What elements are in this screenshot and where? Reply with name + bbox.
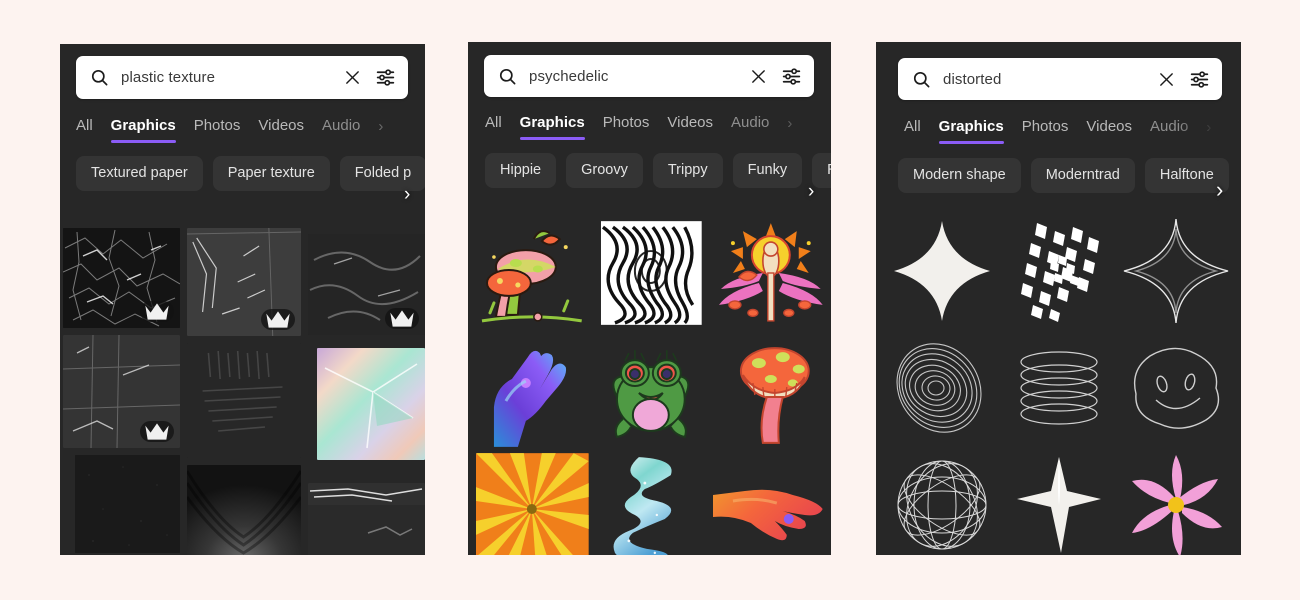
result-card[interactable] [886, 449, 998, 555]
result-card[interactable] [187, 228, 301, 336]
close-icon[interactable] [1158, 71, 1175, 88]
search-panel-psychedelic: psychedelic All Graphics Photos Videos A… [468, 42, 831, 555]
result-card[interactable] [75, 455, 180, 553]
tab-graphics[interactable]: Graphics [519, 114, 585, 140]
premium-crown-icon [385, 308, 419, 329]
search-bar[interactable]: plastic texture [76, 56, 408, 99]
result-card[interactable] [1003, 215, 1115, 327]
result-card[interactable] [1120, 215, 1232, 327]
results-grid [476, 217, 827, 555]
category-tabs: All Graphics Photos Videos Audio › [76, 117, 383, 143]
result-card[interactable] [476, 217, 589, 329]
result-card[interactable] [476, 335, 589, 447]
chip-1[interactable]: Paper texture [212, 156, 330, 191]
result-card[interactable] [1003, 449, 1115, 555]
result-card[interactable] [1003, 332, 1115, 444]
result-card[interactable] [713, 217, 827, 329]
chip-0[interactable]: Textured paper [76, 156, 203, 191]
result-card[interactable] [308, 234, 425, 335]
tab-photos[interactable]: Photos [603, 114, 650, 140]
tab-graphics[interactable]: Graphics [110, 117, 176, 143]
result-card[interactable] [713, 335, 827, 447]
suggestion-chips: Hippie Groovy Trippy Funky Ret [485, 153, 831, 188]
tab-videos[interactable]: Videos [1086, 118, 1132, 144]
search-icon [90, 68, 109, 87]
chip-2[interactable]: Trippy [652, 153, 723, 188]
close-icon[interactable] [344, 69, 361, 86]
premium-crown-icon [261, 309, 295, 330]
sliders-icon[interactable] [781, 66, 802, 87]
chevron-right-icon[interactable]: › [378, 117, 383, 134]
result-card[interactable] [308, 483, 425, 555]
sliders-icon[interactable] [375, 67, 396, 88]
result-card[interactable] [63, 228, 180, 328]
result-card[interactable] [187, 465, 301, 555]
chip-1[interactable]: Moderntrad [1030, 158, 1135, 193]
chips-next-chevron-right-icon[interactable]: › [808, 182, 814, 201]
tab-videos[interactable]: Videos [667, 114, 713, 140]
search-panel-distorted: distorted All Graphics Photos Videos Aud… [876, 42, 1241, 555]
results-grid [63, 228, 425, 555]
result-card[interactable] [317, 348, 425, 460]
tab-all[interactable]: All [485, 114, 502, 140]
category-tabs: All Graphics Photos Videos Audio › [485, 114, 792, 140]
chip-3[interactable]: Funky [732, 153, 803, 188]
premium-crown-icon [140, 301, 174, 322]
search-input-value[interactable]: distorted [943, 71, 1158, 88]
tab-all[interactable]: All [76, 117, 93, 143]
chip-4[interactable]: Ret [812, 153, 831, 188]
result-card[interactable] [594, 217, 708, 329]
category-tabs: All Graphics Photos Videos Audio › [904, 118, 1211, 144]
search-panel-plastic-texture: plastic texture All Graphics Photos Vide… [60, 44, 425, 555]
sliders-icon[interactable] [1189, 69, 1210, 90]
result-card[interactable] [594, 335, 708, 447]
search-icon [912, 70, 931, 89]
result-card[interactable] [476, 453, 589, 555]
chevron-right-icon[interactable]: › [787, 114, 792, 131]
tab-photos[interactable]: Photos [194, 117, 241, 143]
result-card[interactable] [1120, 332, 1232, 444]
tab-audio[interactable]: Audio [731, 114, 769, 140]
premium-crown-icon [140, 421, 174, 442]
tab-all[interactable]: All [904, 118, 921, 144]
chevron-right-icon[interactable]: › [1206, 118, 1211, 135]
tab-graphics[interactable]: Graphics [938, 118, 1004, 144]
search-bar[interactable]: psychedelic [484, 55, 814, 97]
search-bar[interactable]: distorted [898, 58, 1222, 100]
results-grid [886, 215, 1234, 555]
result-card[interactable] [1120, 449, 1232, 555]
tab-videos[interactable]: Videos [258, 117, 304, 143]
search-input-value[interactable]: plastic texture [121, 69, 344, 86]
chip-1[interactable]: Groovy [566, 153, 643, 188]
tab-photos[interactable]: Photos [1022, 118, 1069, 144]
tab-audio[interactable]: Audio [1150, 118, 1188, 144]
chip-0[interactable]: Hippie [485, 153, 557, 188]
close-icon[interactable] [750, 68, 767, 85]
result-card[interactable] [187, 343, 301, 458]
suggestion-chips: Modern shape Moderntrad Halftone [898, 158, 1229, 193]
result-card[interactable] [63, 335, 180, 448]
tab-audio[interactable]: Audio [322, 117, 360, 143]
result-card[interactable] [886, 332, 998, 444]
chips-next-chevron-right-icon[interactable]: › [404, 185, 410, 204]
suggestion-chips: Textured paper Paper texture Folded p [76, 156, 425, 191]
chip-2[interactable]: Folded p [339, 156, 425, 191]
screenshot-root: plastic texture All Graphics Photos Vide… [0, 0, 1300, 600]
result-card[interactable] [713, 453, 827, 555]
result-card[interactable] [886, 215, 998, 327]
chips-next-chevron-right-icon[interactable]: › [1216, 179, 1223, 201]
chip-0[interactable]: Modern shape [898, 158, 1021, 193]
search-icon [498, 67, 517, 86]
search-input-value[interactable]: psychedelic [529, 68, 750, 85]
result-card[interactable] [594, 453, 708, 555]
